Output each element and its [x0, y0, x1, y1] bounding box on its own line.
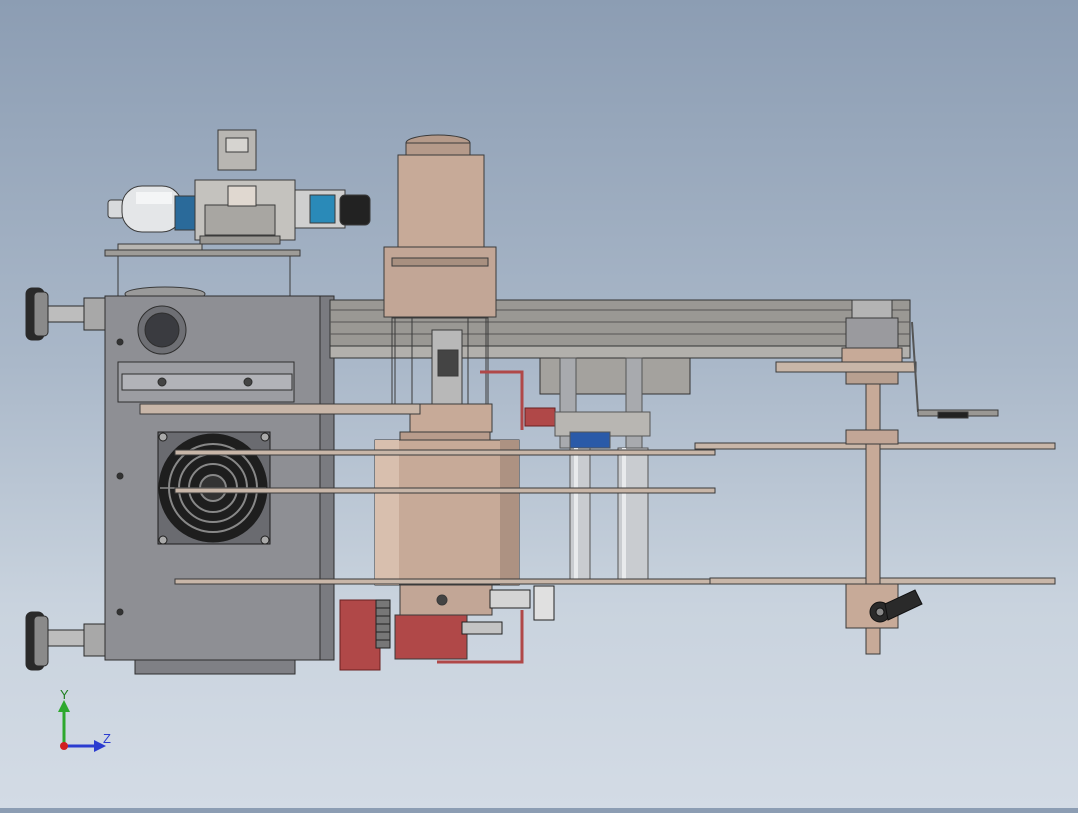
cad-viewport[interactable]: Y Z	[0, 0, 1078, 808]
y-axis-label: Y	[60, 687, 69, 702]
x-axis-origin-icon	[60, 742, 68, 750]
z-axis-label: Z	[103, 731, 111, 746]
axis-triad[interactable]: Y Z	[58, 687, 111, 752]
valve-mount-frame	[104, 249, 301, 302]
solenoid-valve[interactable]	[107, 129, 371, 253]
leveling-feet[interactable]	[25, 287, 109, 671]
cad-model-canvas[interactable]: Y Z	[0, 0, 1078, 808]
